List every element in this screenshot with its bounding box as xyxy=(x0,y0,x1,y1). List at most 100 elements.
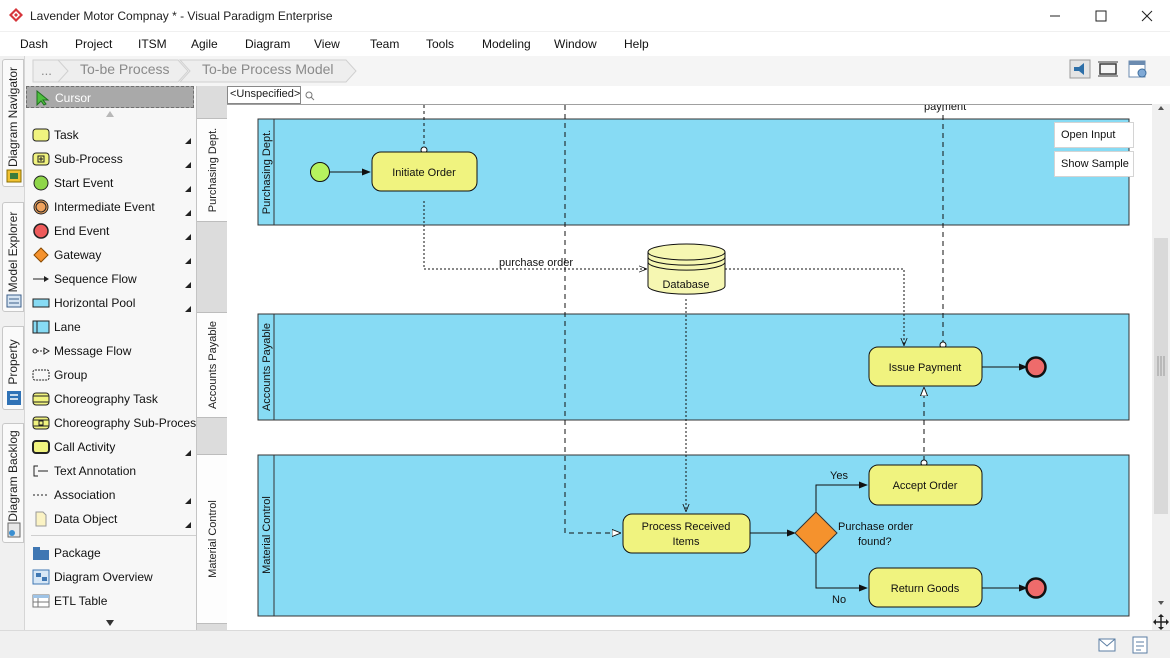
palette-start-event-label: Start Event xyxy=(54,176,114,190)
tab-property-label: Property xyxy=(6,339,20,385)
palette-intermediate-event[interactable]: Intermediate Event xyxy=(26,196,194,218)
message-flow-icon xyxy=(32,347,50,355)
intermediate-event-icon xyxy=(33,199,49,215)
tab-diagram-backlog[interactable]: Diagram Backlog xyxy=(2,423,24,543)
strip-lane-accounts-payable[interactable]: Accounts Payable xyxy=(197,312,228,418)
end-event-return[interactable] xyxy=(1025,577,1047,599)
task-issue-payment-label: Issue Payment xyxy=(889,362,962,374)
task-accept-order-label: Accept Order xyxy=(893,480,958,492)
choreography-task-icon xyxy=(32,392,50,406)
palette-lane[interactable]: Lane xyxy=(26,316,194,338)
menu-dash[interactable]: Dash xyxy=(20,37,48,51)
data-store-database[interactable]: Database xyxy=(647,243,726,295)
palette-diagram-overview-label: Diagram Overview xyxy=(54,570,153,584)
tab-diagram-navigator[interactable]: Diagram Navigator xyxy=(2,59,24,187)
breadcrumb-to-be-process[interactable]: To-be Process xyxy=(80,61,169,77)
close-button[interactable] xyxy=(1124,0,1170,31)
gateway-label-line-1: Purchase order xyxy=(838,521,914,533)
palette-horizontal-pool[interactable]: Horizontal Pool xyxy=(26,292,194,314)
tab-model-explorer[interactable]: Model Explorer xyxy=(2,202,24,312)
palette-task[interactable]: Task xyxy=(26,124,194,146)
open-input-button[interactable]: Open Input xyxy=(1054,122,1134,148)
palette-text-annotation[interactable]: Text Annotation xyxy=(26,460,194,482)
palette-message-flow[interactable]: Message Flow xyxy=(26,340,194,362)
tab-property[interactable]: Property xyxy=(2,326,24,410)
vertical-scrollbar[interactable] xyxy=(1152,104,1170,630)
task-accept-order[interactable]: Accept Order xyxy=(868,464,983,506)
menu-help[interactable]: Help xyxy=(624,37,649,51)
task-issue-payment[interactable]: Issue Payment xyxy=(868,346,983,387)
end-event-payment[interactable] xyxy=(1025,356,1047,378)
sub-process-icon xyxy=(32,152,50,166)
menu-tools[interactable]: Tools xyxy=(426,37,454,51)
menu-modeling[interactable]: Modeling xyxy=(482,37,531,51)
pan-icon[interactable] xyxy=(1153,614,1169,630)
menu-window[interactable]: Window xyxy=(554,37,597,51)
left-side-tabs: Diagram Navigator Model Explorer Propert… xyxy=(0,56,25,630)
palette-scroll-down-icon[interactable] xyxy=(105,619,115,627)
palette-cursor[interactable]: Cursor xyxy=(26,86,194,108)
etl-table-icon xyxy=(32,594,50,608)
menu-diagram[interactable]: Diagram xyxy=(245,37,290,51)
palette-sequence-flow[interactable]: Sequence Flow xyxy=(26,268,194,290)
show-sample-button[interactable]: Show Sample xyxy=(1054,151,1134,177)
flow-label-purchase-order: purchase order xyxy=(499,257,573,269)
palette-association[interactable]: Association xyxy=(26,484,194,506)
horizontal-pool-icon xyxy=(32,298,50,308)
palette-end-event[interactable]: End Event xyxy=(26,220,194,242)
strip-lane-accounts-payable-label: Accounts Payable xyxy=(206,320,219,410)
palette-choreography-sub-process[interactable]: Choreography Sub-Process xyxy=(26,412,202,434)
gateway-label-line-2: found? xyxy=(858,536,892,548)
diagram-palette: Cursor Task Sub-Process Start Event Inte… xyxy=(25,86,213,630)
strip-lane-material-control[interactable]: Material Control xyxy=(197,454,228,624)
strip-lane-purchasing[interactable]: Purchasing Dept. xyxy=(197,118,228,222)
breadcrumb-ellipsis[interactable]: ... xyxy=(41,63,52,78)
palette-call-activity[interactable]: Call Activity xyxy=(26,436,194,458)
search-icon[interactable] xyxy=(305,91,315,101)
data-object-icon xyxy=(35,511,47,527)
palette-package[interactable]: Package xyxy=(26,542,194,564)
palette-more-icon xyxy=(185,234,191,240)
diagram-canvas[interactable]: Purchasing Dept. Accounts Payable Materi… xyxy=(227,104,1152,630)
model-selector-tab[interactable]: <Unspecified> xyxy=(227,86,301,104)
palette-diagram-overview[interactable]: Diagram Overview xyxy=(26,566,194,588)
fit-diagram-icon[interactable] xyxy=(1097,59,1119,79)
minimize-button[interactable] xyxy=(1032,0,1078,31)
palette-more-icon xyxy=(185,258,191,264)
menu-view[interactable]: View xyxy=(314,37,340,51)
scroll-up-icon[interactable] xyxy=(1157,105,1165,111)
menu-itsm[interactable]: ITSM xyxy=(138,37,167,51)
sequence-flow-icon xyxy=(33,276,49,282)
close-icon xyxy=(1141,10,1153,22)
task-return-goods[interactable]: Return Goods xyxy=(868,567,983,608)
task-initiate-order[interactable]: Initiate Order xyxy=(371,151,478,192)
task-process-received-items[interactable]: Process Received Items xyxy=(622,513,751,554)
task-initiate-order-label: Initiate Order xyxy=(392,167,456,179)
maximize-button[interactable] xyxy=(1078,0,1124,31)
announcement-icon[interactable] xyxy=(1069,59,1091,79)
palette-scroll-up-icon[interactable] xyxy=(105,110,115,118)
palette-horizontal-pool-label: Horizontal Pool xyxy=(54,296,136,310)
menu-team[interactable]: Team xyxy=(370,37,399,51)
scroll-down-icon[interactable] xyxy=(1157,600,1165,606)
palette-choreography-task-label: Choreography Task xyxy=(54,392,158,406)
notes-icon[interactable] xyxy=(1132,636,1148,654)
menu-project[interactable]: Project xyxy=(75,37,112,51)
lane-icon xyxy=(32,320,50,334)
association-icon xyxy=(33,494,49,496)
diagram-settings-icon[interactable] xyxy=(1127,59,1149,79)
palette-group[interactable]: Group xyxy=(26,364,194,386)
breadcrumb-to-be-process-model[interactable]: To-be Process Model xyxy=(202,61,334,77)
scroll-grip-icon xyxy=(1157,356,1165,376)
palette-start-event[interactable]: Start Event xyxy=(26,172,194,194)
palette-gateway[interactable]: Gateway xyxy=(26,244,194,266)
mail-icon[interactable] xyxy=(1098,638,1116,652)
palette-sub-process[interactable]: Sub-Process xyxy=(26,148,194,170)
palette-data-object[interactable]: Data Object xyxy=(26,508,194,530)
package-icon xyxy=(33,547,49,560)
palette-etl-table[interactable]: ETL Table xyxy=(26,590,194,612)
gateway-icon xyxy=(33,247,49,263)
menu-agile[interactable]: Agile xyxy=(191,37,218,51)
palette-choreography-task[interactable]: Choreography Task xyxy=(26,388,194,410)
start-event[interactable] xyxy=(310,162,330,182)
